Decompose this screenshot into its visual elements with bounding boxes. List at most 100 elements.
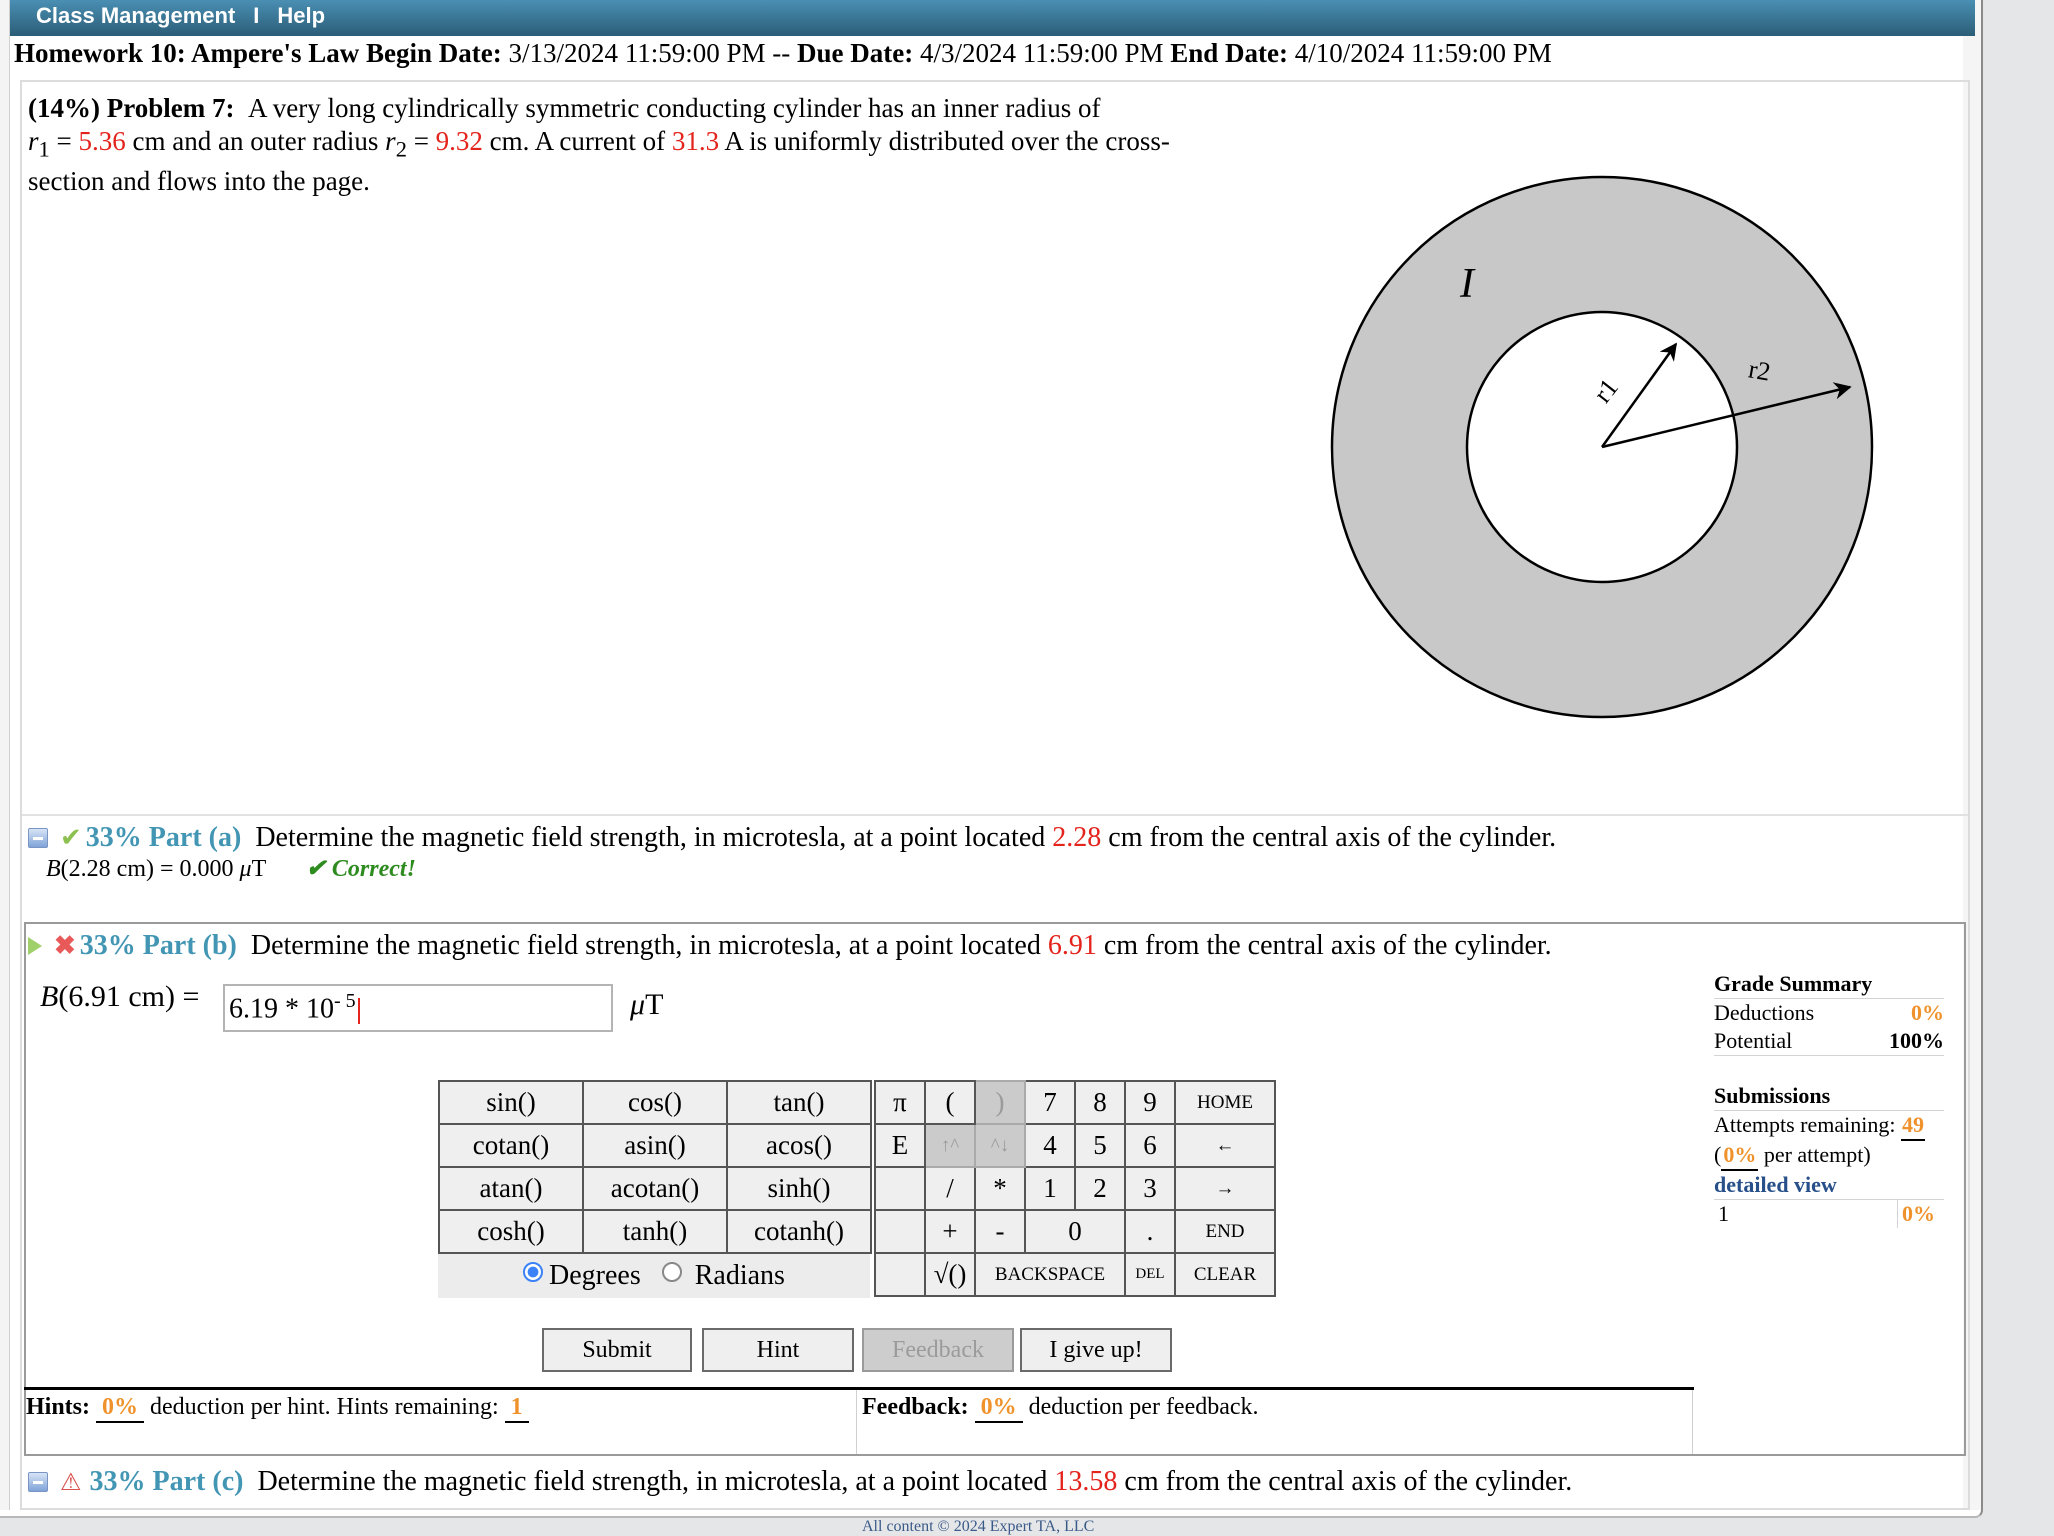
end-date: 4/10/2024 11:59:00 PM (1294, 38, 1552, 68)
per-attempt-text: per attempt) (1763, 1142, 1871, 1167)
key-del[interactable]: DEL (1124, 1252, 1176, 1297)
angle-mode-selector: Degrees Radians (438, 1254, 870, 1298)
feedback-deduction: 0% (980, 1394, 1017, 1420)
key-atan[interactable]: atan() (438, 1166, 584, 1211)
date-dash: -- (772, 38, 791, 68)
answer-unit: μT (630, 988, 663, 1022)
problem-text-1: A very long cylindrically symmetric cond… (247, 93, 1101, 123)
key-3[interactable]: 3 (1124, 1166, 1176, 1211)
key-cos[interactable]: cos() (582, 1080, 728, 1125)
key-minus[interactable]: - (974, 1209, 1026, 1254)
equals: = (56, 126, 72, 156)
key-sinh[interactable]: sinh() (726, 1166, 872, 1211)
key-5[interactable]: 5 (1074, 1123, 1126, 1168)
deductions-value: 0% (1911, 1000, 1944, 1025)
detailed-view-link[interactable]: detailed view (1714, 1171, 1944, 1200)
degrees-label[interactable]: Degrees (549, 1260, 641, 1291)
expand-icon[interactable] (28, 1472, 48, 1492)
collapse-icon[interactable] (28, 828, 48, 848)
key-asin[interactable]: asin() (582, 1123, 728, 1168)
potential-label: Potential (1714, 1028, 1793, 1053)
incorrect-x-icon: ✖ (54, 931, 76, 960)
key-divide[interactable]: / (924, 1166, 976, 1211)
key-4[interactable]: 4 (1024, 1123, 1076, 1168)
r1-symbol: r (28, 126, 39, 156)
feedback-label: Feedback: (862, 1394, 969, 1420)
radians-radio[interactable] (661, 1261, 682, 1282)
key-cotan[interactable]: cotan() (438, 1123, 584, 1168)
key-home[interactable]: HOME (1174, 1080, 1276, 1125)
current-label: I (1459, 261, 1476, 307)
unit-t: T (645, 988, 664, 1021)
key-end[interactable]: END (1174, 1209, 1276, 1254)
submit-button[interactable]: Submit (542, 1328, 692, 1372)
key-multiply[interactable]: * (974, 1166, 1026, 1211)
key-clear[interactable]: CLEAR (1174, 1252, 1276, 1297)
submissions-title: Submissions (1714, 1082, 1944, 1111)
key-superscript-down[interactable]: ^↓ (974, 1123, 1026, 1168)
cylinder-diagram: I r1 r2 (1330, 175, 1874, 719)
part-a-text-after: cm from the central axis of the cylinder… (1108, 822, 1557, 853)
degrees-radio[interactable] (523, 1261, 544, 1282)
key-acos[interactable]: acos() (726, 1123, 872, 1168)
submission-history-row: 1 0% (1714, 1200, 1944, 1228)
key-sin[interactable]: sin() (438, 1080, 584, 1125)
begin-date-label: Begin Date: (365, 38, 502, 68)
nav-help[interactable]: Help (277, 3, 325, 29)
radians-label[interactable]: Radians (695, 1260, 785, 1291)
key-0[interactable]: 0 (1024, 1209, 1126, 1254)
feedback-info: Feedback: 0% deduction per feedback. (862, 1394, 1259, 1423)
part-b-label: 33% Part (b) (79, 930, 237, 961)
key-sqrt[interactable]: √() (924, 1252, 976, 1297)
key-cosh[interactable]: cosh() (438, 1209, 584, 1254)
key-dot[interactable]: . (1124, 1209, 1176, 1254)
hint-divider (24, 1387, 1694, 1390)
r2-symbol: r (385, 126, 396, 156)
answer-input[interactable]: 6.19 * 10- 5 (223, 984, 613, 1032)
part-a-text: Determine the magnetic field strength, i… (255, 822, 1556, 854)
part-b-text-before: Determine the magnetic field strength, i… (250, 930, 1041, 961)
key-6[interactable]: 6 (1124, 1123, 1176, 1168)
equation-label: B(6.91 cm) = (40, 980, 199, 1014)
equals: = (413, 126, 429, 156)
key-cursor-right[interactable]: → (1174, 1166, 1276, 1211)
give-up-button[interactable]: I give up! (1020, 1328, 1172, 1372)
hints-info: Hints: 0% deduction per hint. Hints rema… (26, 1394, 529, 1423)
key-1[interactable]: 1 (1024, 1166, 1076, 1211)
feedback-button[interactable]: Feedback (862, 1328, 1014, 1372)
grade-summary-panel: Grade Summary Deductions 0% Potential 100%… (1714, 970, 1944, 1228)
key-cotanh[interactable]: cotanh() (726, 1209, 872, 1254)
key-8[interactable]: 8 (1074, 1080, 1126, 1125)
problem-weight: (14%) (28, 93, 100, 123)
key-plus[interactable]: + (924, 1209, 976, 1254)
key-tanh[interactable]: tanh() (582, 1209, 728, 1254)
key-backspace[interactable]: BACKSPACE (974, 1252, 1126, 1297)
key-close-paren[interactable]: ) (974, 1080, 1026, 1125)
key-acotan[interactable]: acotan() (582, 1166, 728, 1211)
page: Class Management I Help Homework 10: Amper… (0, 0, 1983, 1518)
footer-copyright: All content © 2024 Expert TA, LLC (862, 1518, 1095, 1535)
text-caret (357, 997, 360, 1024)
key-superscript-up[interactable]: ↑^ (924, 1123, 976, 1168)
left-border (0, 0, 10, 1510)
answer-value: (2.28 cm) = 0.000 (60, 856, 234, 882)
nav-class-management[interactable]: Class Management (36, 3, 235, 29)
answer-lhs: B (46, 856, 61, 882)
play-icon[interactable] (28, 937, 42, 955)
key-9[interactable]: 9 (1124, 1080, 1176, 1125)
hint-button[interactable]: Hint (702, 1328, 854, 1372)
hints-label: Hints: (26, 1394, 91, 1420)
key-open-paren[interactable]: ( (924, 1080, 976, 1125)
problem-statement: (14%) Problem 7: A very long cylindrical… (28, 92, 1228, 198)
key-blank (874, 1166, 926, 1211)
current-value: 31.3 (671, 126, 720, 156)
key-pi[interactable]: π (874, 1080, 926, 1125)
key-tan[interactable]: tan() (726, 1080, 872, 1125)
key-cursor-left[interactable]: ← (1174, 1123, 1276, 1168)
due-date-label: Due Date: (796, 38, 914, 68)
homework-header: Homework 10: Ampere's Law Begin Date: 3/… (14, 38, 1552, 69)
key-e[interactable]: E (874, 1123, 926, 1168)
key-7[interactable]: 7 (1024, 1080, 1076, 1125)
key-2[interactable]: 2 (1074, 1166, 1126, 1211)
part-a-answer: B(2.28 cm) = 0.000 μT ✔ Correct! (46, 854, 416, 883)
